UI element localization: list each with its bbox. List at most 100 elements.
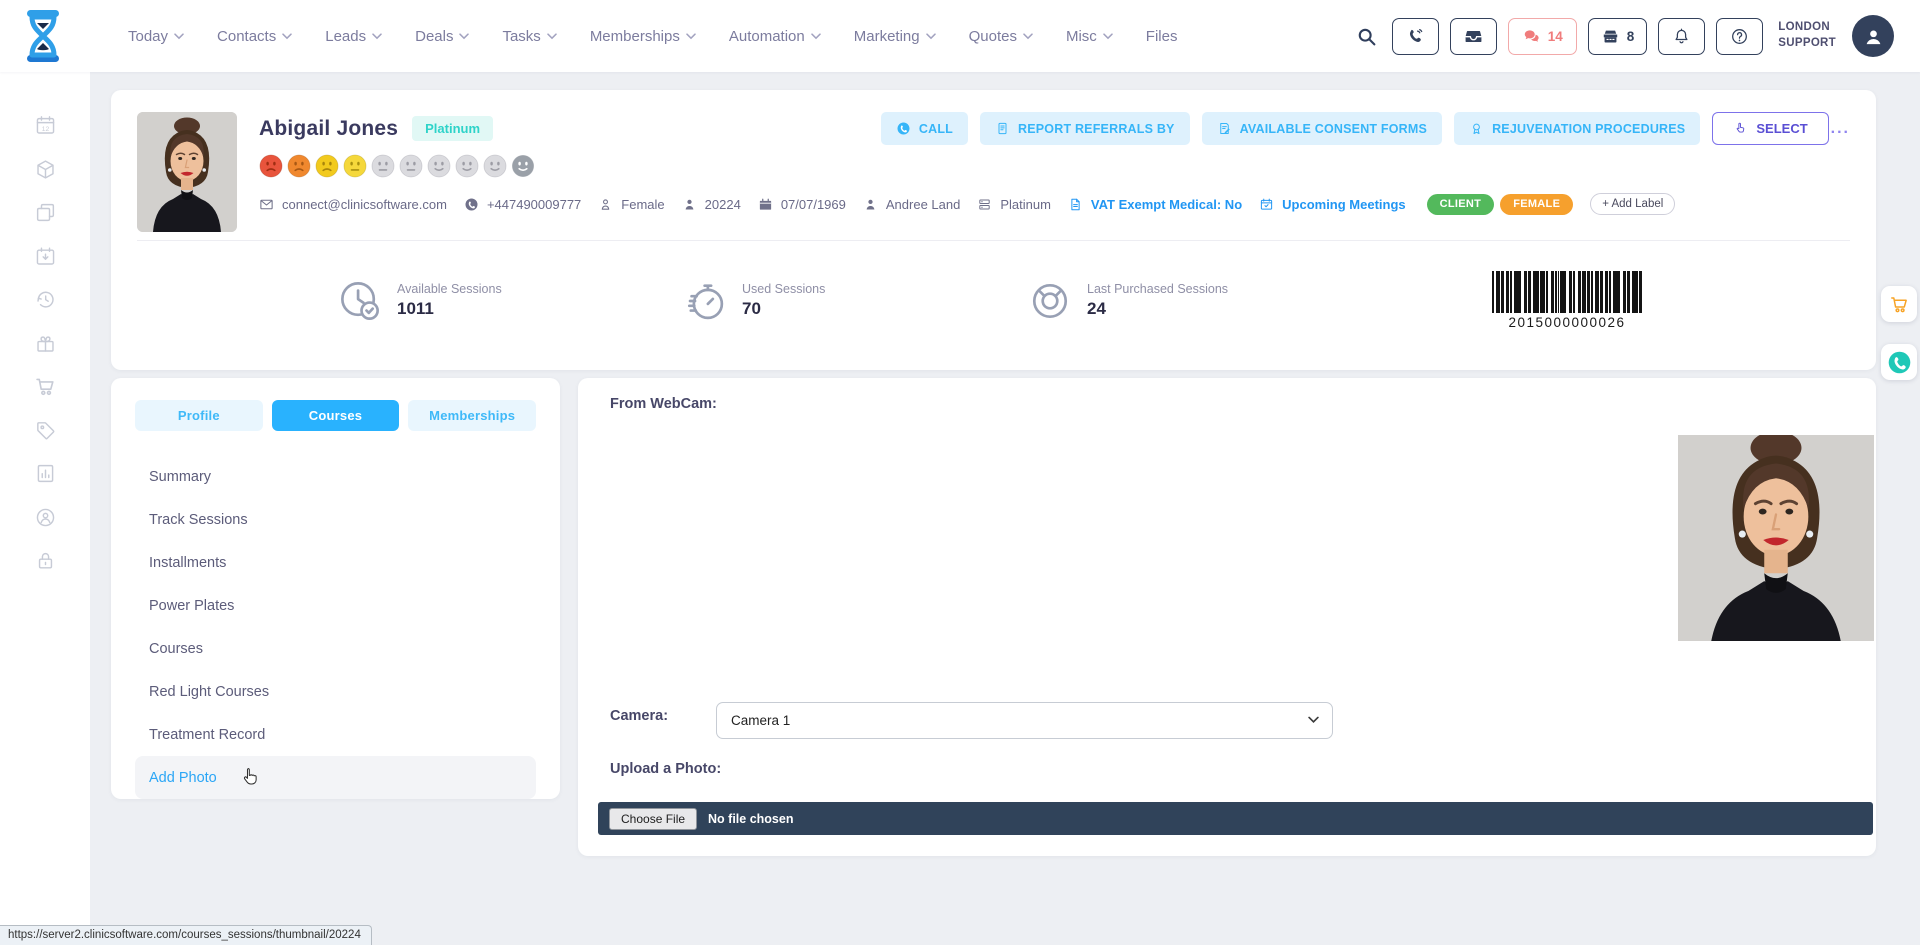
rating-face-1[interactable] [259, 154, 283, 178]
menu-item-installments[interactable]: Installments [135, 541, 536, 584]
chat-bubbles-icon [1522, 27, 1541, 46]
cart-float-button[interactable] [1881, 286, 1917, 322]
satisfaction-rating [259, 154, 1850, 178]
document-icon [1068, 197, 1083, 212]
rating-face-10[interactable] [511, 154, 535, 178]
client-photo [137, 112, 237, 232]
rating-face-5[interactable] [371, 154, 395, 178]
stat-last-purchased-sessions: Last Purchased Sessions24 [1027, 278, 1372, 324]
nav-item-contacts[interactable]: Contacts [217, 28, 292, 45]
calendar-12-icon[interactable]: 12 [34, 114, 57, 137]
help-button[interactable] [1716, 18, 1763, 55]
notifications-button[interactable] [1658, 18, 1705, 55]
add-label-button[interactable]: + Add Label [1590, 193, 1675, 215]
tab-courses[interactable]: Courses [272, 400, 400, 431]
call-button[interactable]: CALL [881, 112, 968, 145]
search-icon[interactable] [1356, 26, 1377, 47]
dialer-button[interactable] [1392, 18, 1439, 55]
menu-item-power-plates[interactable]: Power Plates [135, 584, 536, 627]
webcam-title: From WebCam: [610, 396, 717, 412]
menu-item-track-sessions[interactable]: Track Sessions [135, 498, 536, 541]
rating-face-8[interactable] [455, 154, 479, 178]
user-avatar[interactable] [1852, 15, 1894, 57]
client-info-female: Female [598, 197, 664, 212]
nav-item-misc[interactable]: Misc [1066, 28, 1113, 45]
menu-item-add-photo[interactable]: Add Photo [135, 756, 536, 799]
chat-button[interactable]: 14 [1508, 18, 1577, 55]
chevron-down-icon [1103, 33, 1113, 40]
calendar-icon [758, 197, 773, 212]
nav-item-quotes[interactable]: Quotes [969, 28, 1033, 45]
calendar-check-icon [1259, 197, 1274, 212]
tab-profile[interactable]: Profile [135, 400, 263, 431]
menu-item-courses[interactable]: Courses [135, 627, 536, 670]
cart-icon[interactable] [34, 375, 57, 398]
choose-file-button[interactable]: Choose File [609, 808, 697, 830]
client-tabs-card: Profile Courses Memberships SummaryTrack S… [111, 378, 560, 799]
menu-item-red-light-courses[interactable]: Red Light Courses [135, 670, 536, 713]
nav-item-tasks[interactable]: Tasks [502, 28, 556, 45]
label-pills: CLIENTFEMALE [1427, 194, 1574, 215]
consent-icon [1217, 121, 1232, 136]
nav-item-files[interactable]: Files [1146, 28, 1178, 45]
main-nav: Today Contacts Leads Deals Tasks Memberships A… [128, 28, 1177, 45]
rating-face-3[interactable] [315, 154, 339, 178]
stat-available-sessions: Available Sessions1011 [337, 278, 682, 324]
section-tabs: Profile Courses Memberships [135, 400, 536, 431]
topbar: Today Contacts Leads Deals Tasks Memberships A… [0, 0, 1920, 72]
stat-used-sessions: Used Sessions70 [682, 278, 1027, 324]
report-referrals-by-button[interactable]: REPORT REFERRALS BY [980, 112, 1190, 145]
select-button[interactable]: SELECT [1712, 112, 1828, 145]
menu-item-treatment-record[interactable]: Treatment Record [135, 713, 536, 756]
nav-item-marketing[interactable]: Marketing [854, 28, 936, 45]
tab-memberships[interactable]: Memberships [408, 400, 536, 431]
chart-icon[interactable] [34, 462, 57, 485]
user-clock-icon[interactable] [34, 506, 57, 529]
available-consent-forms-button[interactable]: AVAILABLE CONSENT FORMS [1202, 112, 1442, 145]
rating-face-2[interactable] [287, 154, 311, 178]
nav-item-memberships[interactable]: Memberships [590, 28, 696, 45]
more-options-button[interactable]: ... [1831, 120, 1850, 138]
copy-icon[interactable] [34, 201, 57, 224]
camera-select[interactable]: Camera 1 [716, 702, 1333, 739]
question-circle-icon [1730, 27, 1749, 46]
client-info-upcoming-meetings[interactable]: Upcoming Meetings [1259, 197, 1406, 212]
call-float-button[interactable] [1881, 344, 1917, 380]
nav-item-automation[interactable]: Automation [729, 28, 821, 45]
rejuvenation-procedures-button[interactable]: REJUVENATION PROCEDURES [1454, 112, 1700, 145]
rating-face-6[interactable] [399, 154, 423, 178]
phone-circle-icon [464, 197, 479, 212]
client-info-07-07-1969: 07/07/1969 [758, 197, 846, 212]
gift-icon[interactable] [34, 332, 57, 355]
nav-item-today[interactable]: Today [128, 28, 184, 45]
calendar-import-icon[interactable] [34, 245, 57, 268]
clinicsoftware-logo-icon[interactable] [20, 9, 66, 63]
person-icon [682, 197, 697, 212]
barcode-number: 2015000000026 [1492, 315, 1642, 330]
rating-face-4[interactable] [343, 154, 367, 178]
client-info-20224: 20224 [682, 197, 741, 212]
register-button[interactable]: 8 [1588, 18, 1648, 55]
phone-circle-icon [896, 121, 911, 136]
link-preview-statusbar: https://server2.clinicsoftware.com/cours… [0, 925, 372, 945]
rating-face-9[interactable] [483, 154, 507, 178]
inbox-button[interactable] [1450, 18, 1497, 55]
rejuvenation-icon [1469, 121, 1484, 136]
lock-icon[interactable] [34, 549, 57, 572]
rating-face-7[interactable] [427, 154, 451, 178]
no-file-text: No file chosen [708, 812, 793, 826]
client-info-vat-exempt-medical-no[interactable]: VAT Exempt Medical: No [1068, 197, 1242, 212]
cube-icon[interactable] [34, 158, 57, 181]
nav-item-deals[interactable]: Deals [415, 28, 469, 45]
nav-item-leads[interactable]: Leads [325, 28, 382, 45]
chevron-down-icon [547, 33, 557, 40]
history-icon[interactable] [34, 288, 57, 311]
tag-icon[interactable] [34, 419, 57, 442]
barcode-bars [1492, 271, 1642, 313]
chevron-down-icon [282, 33, 292, 40]
menu-item-summary[interactable]: Summary [135, 455, 536, 498]
cart-icon [1889, 294, 1910, 315]
client-info-447490009777: +447490009777 [464, 197, 581, 212]
clock-check-icon [337, 278, 383, 324]
file-input-bar: Choose File No file chosen [598, 802, 1873, 835]
